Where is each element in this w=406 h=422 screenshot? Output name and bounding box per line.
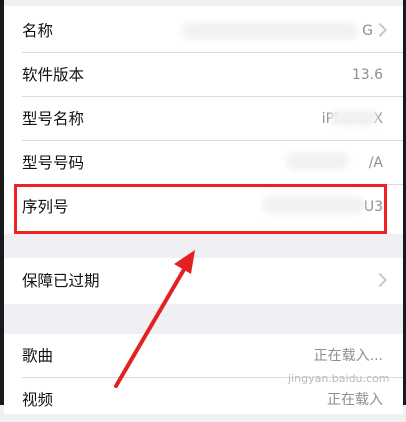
annotation-arrow-icon [114, 250, 195, 388]
watermark: jingyan.baidu.com [288, 372, 390, 385]
